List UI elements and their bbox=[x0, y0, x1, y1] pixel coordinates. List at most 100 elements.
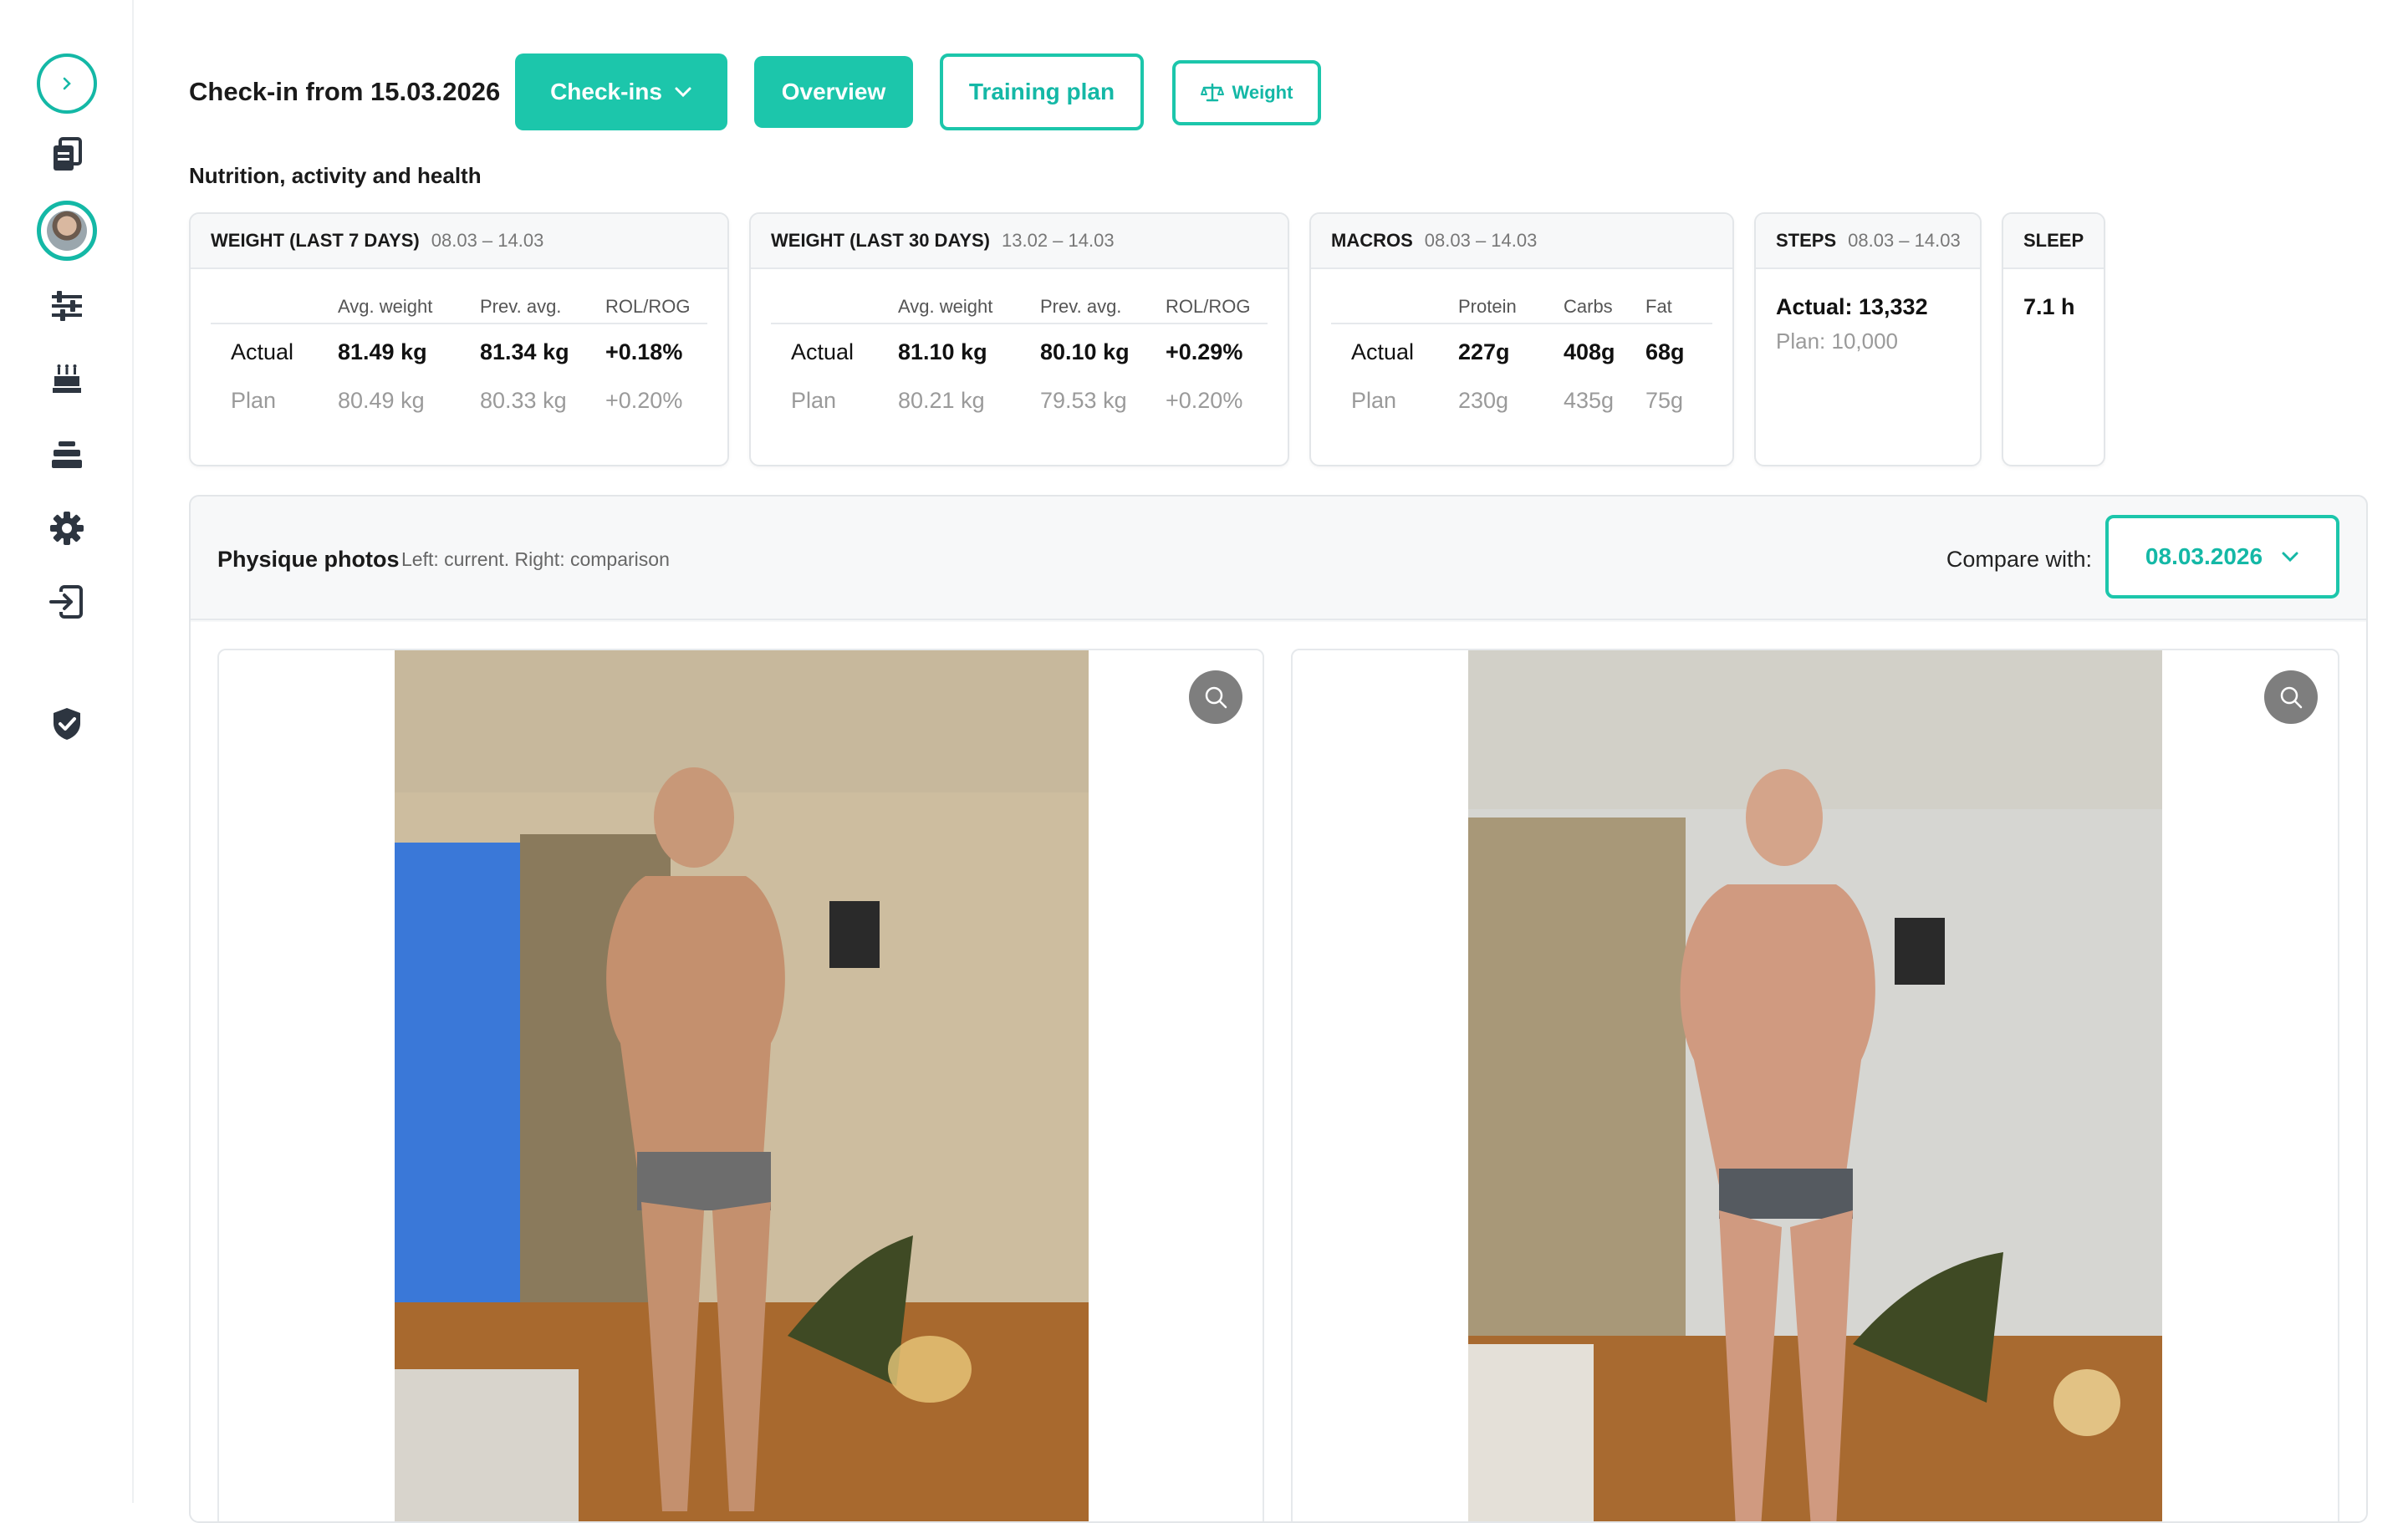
cake-icon bbox=[53, 364, 81, 393]
column-header: Protein bbox=[1458, 296, 1517, 317]
page-title: Check-in from 15.03.2026 bbox=[189, 77, 501, 106]
compare-label: Compare with: bbox=[1946, 547, 2092, 572]
documents-icon bbox=[54, 137, 82, 171]
chevron-right-icon bbox=[63, 77, 71, 90]
weight-button[interactable]: Weight bbox=[1172, 60, 1321, 125]
zoom-current-photo-button[interactable] bbox=[1189, 670, 1242, 724]
comparison-physique-photo[interactable] bbox=[1468, 650, 2162, 1521]
checkins-dropdown-button[interactable]: Check-ins bbox=[515, 53, 727, 130]
physique-subtitle: Left: current. Right: comparison bbox=[401, 548, 670, 570]
checkins-label: Check-ins bbox=[550, 79, 662, 104]
current-photo-card bbox=[217, 649, 1264, 1521]
logout-icon bbox=[49, 585, 83, 619]
table-cell: 230g bbox=[1458, 388, 1509, 413]
section-title: Nutrition, activity and health bbox=[189, 163, 482, 188]
sleep-card: SLEEP 7.1 h bbox=[2002, 212, 2105, 466]
sleep-value: 7.1 h bbox=[2023, 294, 2075, 319]
table-header-row: Protein Carbs Fat bbox=[1331, 291, 1712, 324]
sidebar-item-documents[interactable] bbox=[37, 125, 97, 186]
sidebar-item-settings[interactable] bbox=[37, 498, 97, 558]
steps-plan: Plan: 10,000 bbox=[1776, 329, 1899, 354]
table-row-plan: Plan 80.49 kg 80.33 kg +0.20% bbox=[211, 361, 707, 413]
column-header: Fat bbox=[1645, 296, 1672, 317]
sidebar-item-profile[interactable] bbox=[37, 201, 97, 261]
card-date-range: 08.03 – 14.03 bbox=[1848, 230, 1961, 251]
sidebar-item-logout[interactable] bbox=[37, 572, 97, 632]
sliders-icon bbox=[52, 291, 82, 321]
card-title: STEPS bbox=[1776, 230, 1837, 251]
card-title: MACROS bbox=[1331, 230, 1413, 251]
current-physique-photo[interactable] bbox=[395, 650, 1089, 1521]
column-header: Carbs bbox=[1564, 296, 1613, 317]
card-header: STEPS 08.03 – 14.03 bbox=[1756, 214, 1980, 269]
table-cell: +0.20% bbox=[1166, 388, 1243, 413]
card-title: WEIGHT (LAST 7 DAYS) bbox=[211, 230, 420, 251]
row-label: Plan bbox=[1351, 388, 1397, 413]
column-header: ROL/ROG bbox=[1166, 296, 1251, 317]
table-cell: 79.53 kg bbox=[1040, 388, 1127, 413]
column-header: ROL/ROG bbox=[605, 296, 691, 317]
zoom-comparison-photo-button[interactable] bbox=[2264, 670, 2318, 724]
card-header: WEIGHT (LAST 7 DAYS) 08.03 – 14.03 bbox=[191, 214, 727, 269]
table-row-actual: Actual 227g 408g 68g bbox=[1331, 324, 1712, 364]
sidebar-item-events[interactable] bbox=[37, 349, 97, 410]
physique-photos-section: Physique photos Left: current. Right: co… bbox=[189, 495, 2368, 1523]
card-header: SLEEP bbox=[2003, 214, 2104, 269]
weight-label: Weight bbox=[1232, 82, 1293, 103]
column-header: Avg. weight bbox=[338, 296, 433, 317]
column-header: Prev. avg. bbox=[480, 296, 562, 317]
table-cell: 75g bbox=[1645, 388, 1684, 413]
overview-label: Overview bbox=[781, 79, 886, 104]
column-header: Prev. avg. bbox=[1040, 296, 1122, 317]
steps-card: STEPS 08.03 – 14.03 Actual: 13,332 Plan:… bbox=[1754, 212, 1982, 466]
sidebar-item-settings-sliders[interactable] bbox=[37, 276, 97, 336]
weight-table: Avg. weight Prev. avg. ROL/ROG Actual 81… bbox=[771, 291, 1268, 413]
table-row-plan: Plan 230g 435g 75g bbox=[1331, 361, 1712, 413]
magnifier-icon bbox=[2280, 686, 2303, 709]
sidebar-item-layers[interactable] bbox=[37, 425, 97, 485]
card-date-range: 08.03 – 14.03 bbox=[1424, 230, 1538, 251]
table-cell: 80.21 kg bbox=[898, 388, 985, 413]
shield-check-icon bbox=[54, 708, 80, 740]
row-label: Plan bbox=[791, 388, 837, 413]
table-cell: 435g bbox=[1564, 388, 1615, 413]
column-header: Avg. weight bbox=[898, 296, 993, 317]
sleep-values: 7.1 h bbox=[2023, 294, 2075, 320]
weight-30-days-card: WEIGHT (LAST 30 DAYS) 13.02 – 14.03 Avg.… bbox=[749, 212, 1289, 466]
table-cell: 80.33 kg bbox=[480, 388, 567, 413]
gear-icon bbox=[50, 512, 84, 545]
avatar bbox=[47, 211, 87, 251]
card-date-range: 08.03 – 14.03 bbox=[431, 230, 544, 251]
table-header-row: Avg. weight Prev. avg. ROL/ROG bbox=[211, 291, 707, 324]
overview-button[interactable]: Overview bbox=[754, 56, 913, 128]
macros-card: MACROS 08.03 – 14.03 Protein Carbs Fat A… bbox=[1309, 212, 1734, 466]
table-row-plan: Plan 80.21 kg 79.53 kg +0.20% bbox=[771, 361, 1268, 413]
macros-table: Protein Carbs Fat Actual 227g 408g 68g P… bbox=[1331, 291, 1712, 413]
magnifier-icon bbox=[1205, 686, 1227, 709]
layers-icon bbox=[52, 441, 82, 468]
physique-title: Physique photos bbox=[217, 547, 400, 572]
physique-header: Physique photos Left: current. Right: co… bbox=[191, 497, 2366, 620]
sidebar-toggle-button[interactable] bbox=[37, 53, 97, 114]
table-row-actual: Actual 81.49 kg 81.34 kg +0.18% bbox=[211, 324, 707, 364]
table-cell: +0.20% bbox=[605, 388, 683, 413]
photo-comparison-area bbox=[191, 622, 2366, 1521]
sidebar-item-privacy[interactable] bbox=[37, 694, 97, 754]
table-header-row: Avg. weight Prev. avg. ROL/ROG bbox=[771, 291, 1268, 324]
card-date-range: 13.02 – 14.03 bbox=[1002, 230, 1115, 251]
card-title: SLEEP bbox=[2023, 230, 2084, 251]
chevron-down-icon bbox=[2282, 552, 2298, 563]
weight-7-days-card: WEIGHT (LAST 7 DAYS) 08.03 – 14.03 Avg. … bbox=[189, 212, 729, 466]
sidebar bbox=[0, 0, 134, 1503]
training-plan-label: Training plan bbox=[968, 79, 1115, 104]
chevron-down-icon bbox=[675, 87, 691, 98]
steps-values: Actual: 13,332 Plan: 10,000 bbox=[1776, 294, 1928, 354]
steps-actual: Actual: 13,332 bbox=[1776, 294, 1928, 319]
comparison-photo-card bbox=[1291, 649, 2339, 1521]
row-label: Plan bbox=[231, 388, 277, 413]
training-plan-button[interactable]: Training plan bbox=[940, 53, 1144, 130]
card-title: WEIGHT (LAST 30 DAYS) bbox=[771, 230, 990, 251]
card-header: MACROS 08.03 – 14.03 bbox=[1311, 214, 1732, 269]
compare-date-select[interactable]: 08.03.2026 bbox=[2105, 515, 2339, 599]
table-cell: 80.49 kg bbox=[338, 388, 425, 413]
